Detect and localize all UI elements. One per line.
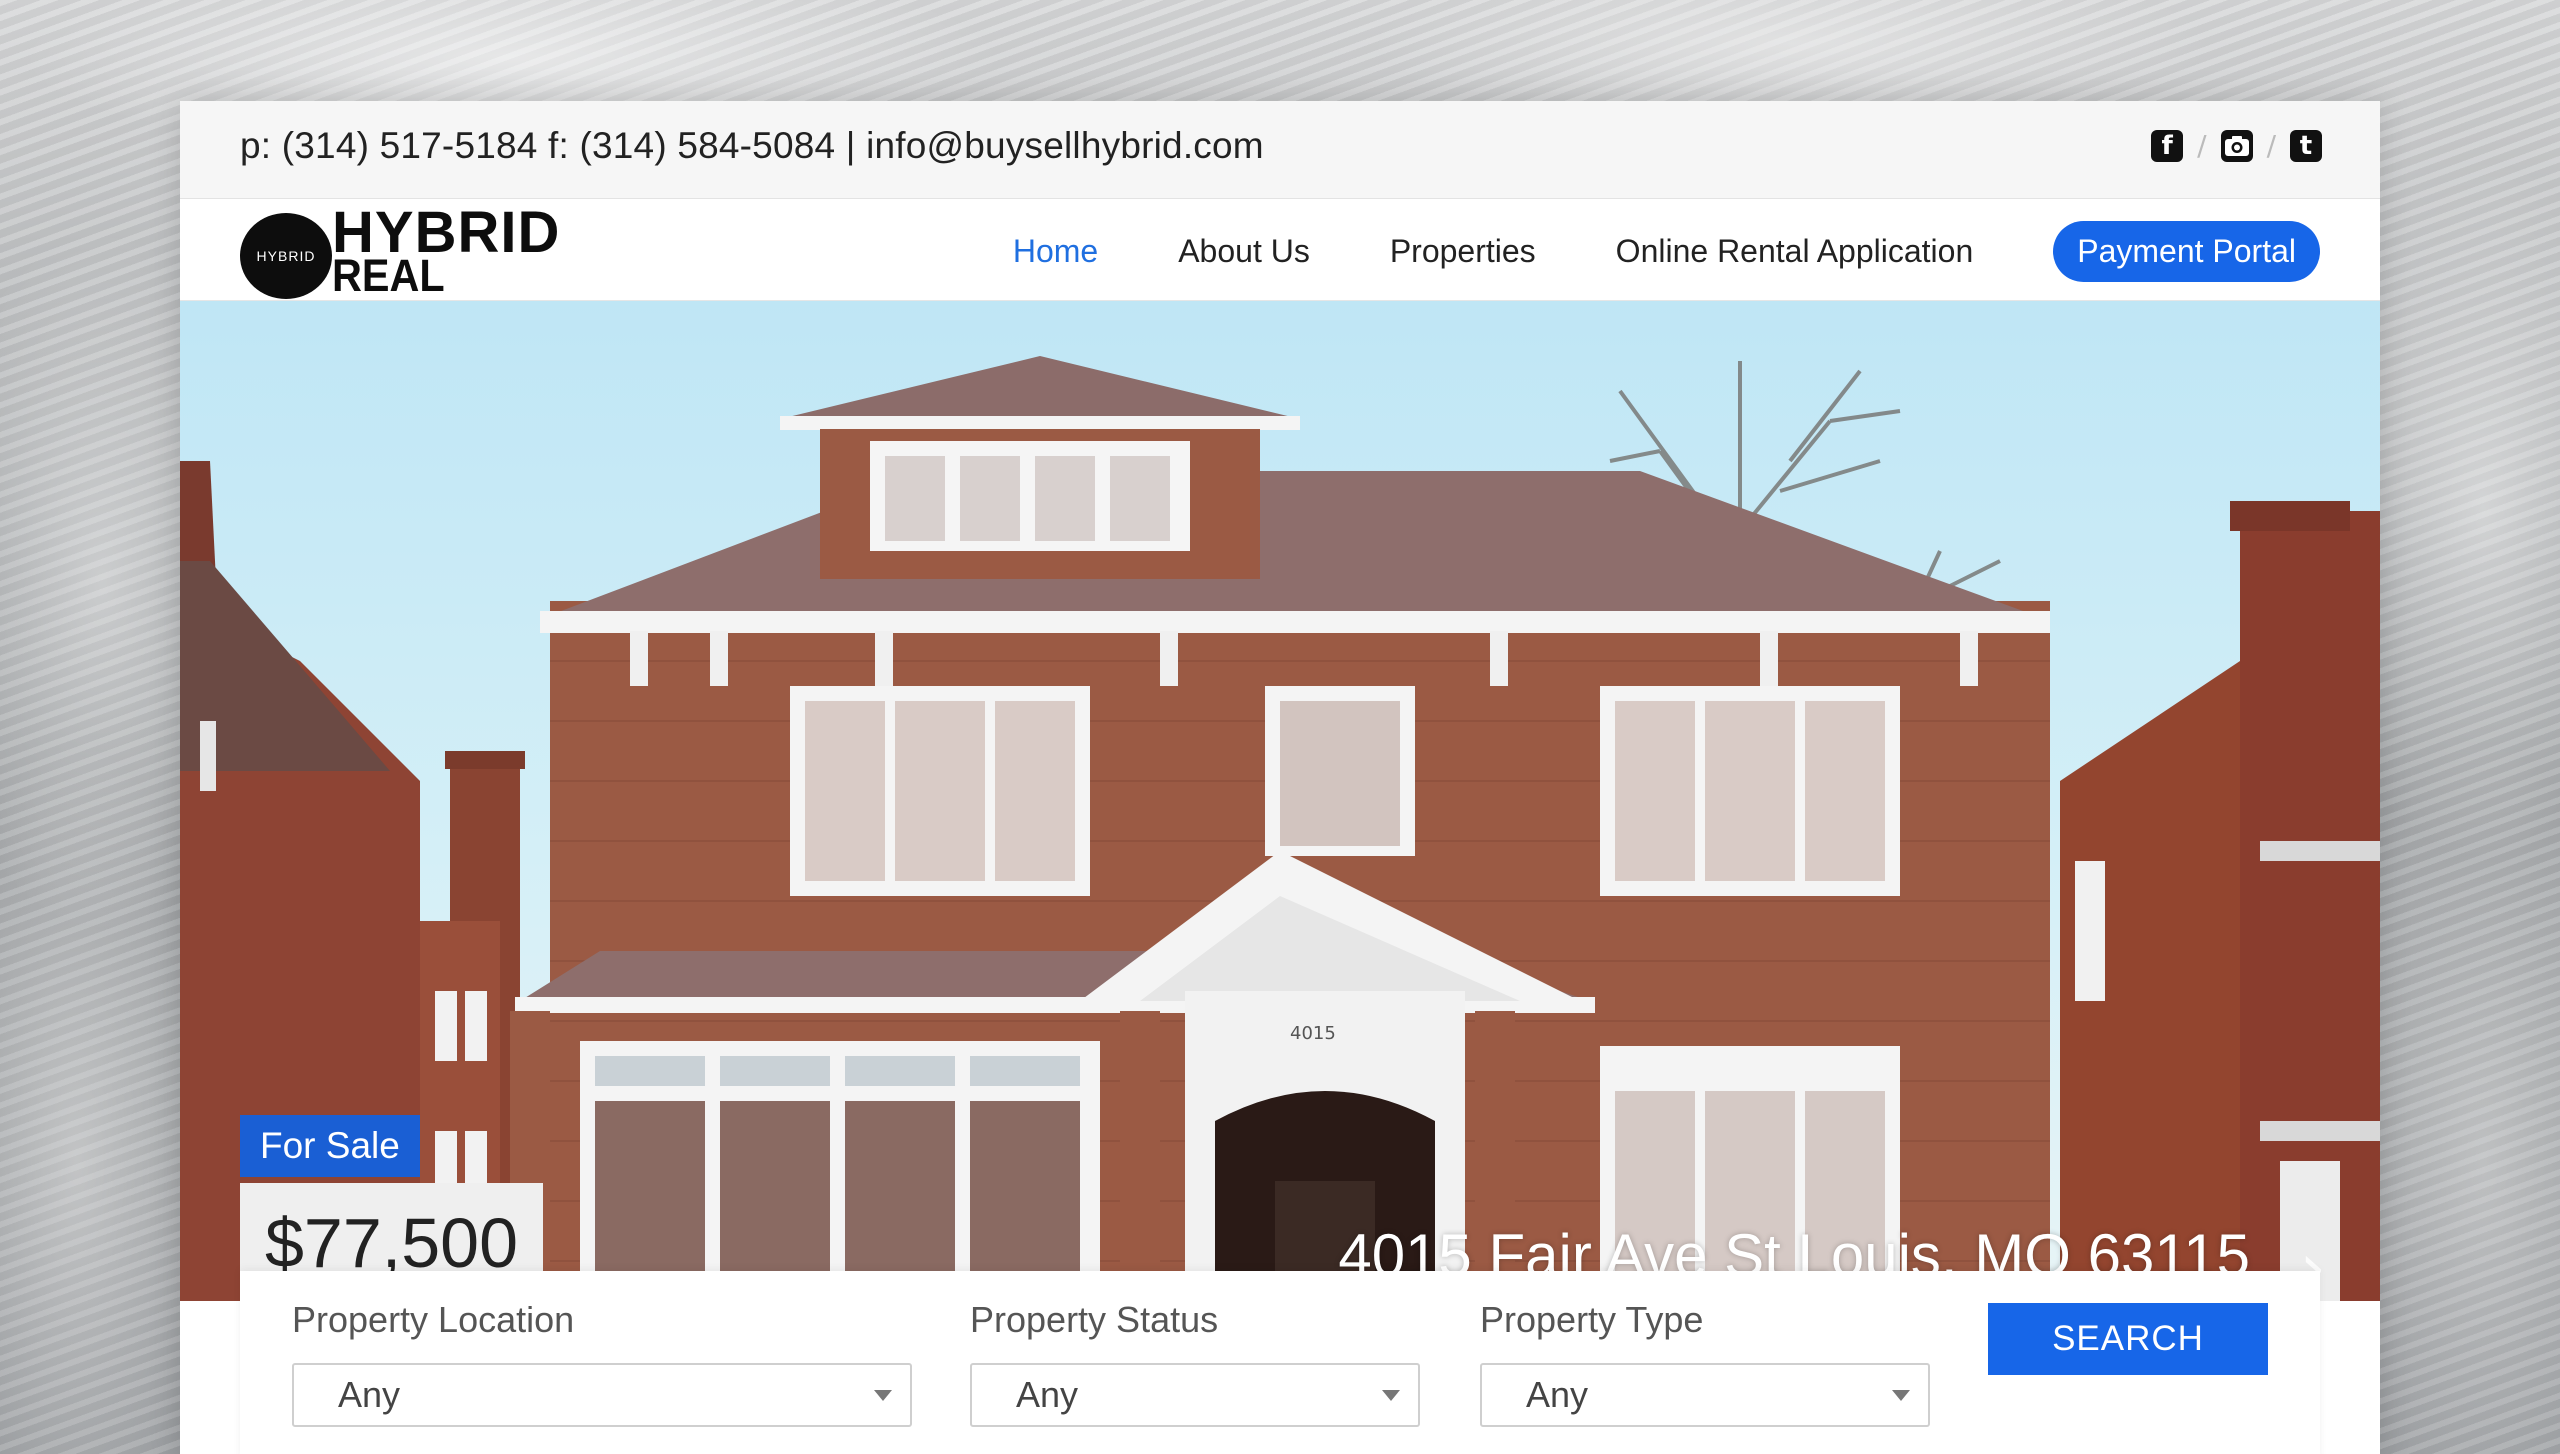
website-frame: p: (314) 517-5184 f: (314) 584-5084 | in…	[180, 101, 2380, 1454]
status-value: Any	[1016, 1374, 1079, 1415]
main-navbar: HYBRID HYBRID REAL ESTATE Home About Us …	[180, 199, 2380, 345]
type-select[interactable]: Any	[1480, 1363, 1930, 1427]
location-select[interactable]: Any	[292, 1363, 912, 1427]
property-search-panel: Property Location Any Property Status An…	[240, 1271, 2320, 1454]
location-field: Property Location Any	[292, 1299, 912, 1427]
house-photo: 4015	[180, 356, 2380, 1301]
status-field: Property Status Any	[970, 1299, 1420, 1427]
facebook-icon[interactable]: f	[2151, 129, 2184, 162]
contact-info: p: (314) 517-5184 f: (314) 584-5084 | in…	[240, 125, 1264, 166]
caret-down-icon	[1382, 1389, 1400, 1401]
type-label: Property Type	[1480, 1299, 1704, 1340]
status-label: Property Status	[970, 1299, 1219, 1340]
main-house: 4015	[510, 356, 2050, 1301]
contact-bar: p: (314) 517-5184 f: (314) 584-5084 | in…	[180, 101, 2380, 199]
nav-online-rental-application[interactable]: Online Rental Application	[1616, 233, 1974, 270]
hero-slider: 4015 For Sale $77,500 4015 Fair Ave St L…	[180, 301, 2380, 1301]
divider: /	[2266, 129, 2276, 162]
tumblr-icon[interactable]: t	[2290, 129, 2322, 162]
logo[interactable]: HYBRID HYBRID REAL ESTATE	[240, 203, 620, 345]
nav-menu: Home About Us Properties Online Rental A…	[933, 221, 2320, 282]
payment-portal-button[interactable]: Payment Portal	[2053, 221, 2320, 282]
logo-disc: HYBRID	[240, 213, 332, 299]
location-label: Property Location	[292, 1299, 575, 1340]
house-number: 4015	[1290, 1023, 1336, 1044]
type-field: Property Type Any	[1480, 1299, 1930, 1427]
caret-down-icon	[874, 1389, 892, 1401]
camera-icon[interactable]	[2220, 129, 2253, 162]
nav-home[interactable]: Home	[1013, 233, 1098, 270]
caret-down-icon	[1892, 1389, 1910, 1401]
status-badge: For Sale	[240, 1115, 420, 1177]
nav-properties[interactable]: Properties	[1390, 233, 1536, 270]
divider: /	[2197, 129, 2207, 162]
right-building	[2060, 501, 2380, 1301]
type-value: Any	[1526, 1374, 1589, 1415]
social-links: f / / t	[2151, 129, 2322, 162]
location-value: Any	[338, 1374, 401, 1415]
nav-about-us[interactable]: About Us	[1178, 233, 1310, 270]
status-select[interactable]: Any	[970, 1363, 1420, 1427]
camera-glyph	[2224, 135, 2249, 156]
search-button[interactable]: SEARCH	[1988, 1303, 2268, 1375]
